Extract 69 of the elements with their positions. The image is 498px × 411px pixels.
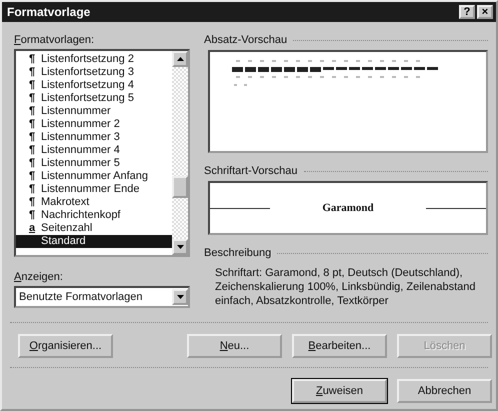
style-name: Listennummer 4 bbox=[41, 144, 120, 157]
style-type-icon: ¶ bbox=[26, 118, 38, 131]
scroll-down-icon[interactable] bbox=[176, 295, 184, 299]
style-type-icon: ¶ bbox=[26, 79, 38, 92]
scroll-up-button[interactable] bbox=[172, 51, 188, 67]
window-title: Formatvorlage bbox=[7, 5, 90, 19]
style-name: Makrotext bbox=[41, 196, 90, 209]
style-type-icon: ¶ bbox=[26, 183, 38, 196]
style-list-item[interactable]: ¶ Listennummer Anfang bbox=[16, 170, 172, 183]
style-list-item[interactable]: ¶ Listennummer 3 bbox=[16, 131, 172, 144]
style-list-item[interactable]: ¶ Listennummer 4 bbox=[16, 144, 172, 157]
style-type-icon: ¶ bbox=[26, 105, 38, 118]
styles-label: Formatvorlagen: bbox=[14, 34, 96, 46]
style-name: Listenfortsetzung 3 bbox=[41, 66, 134, 79]
section-heading: Beschreibung bbox=[204, 247, 272, 259]
close-button[interactable]: × bbox=[477, 5, 493, 19]
style-name: Listennummer bbox=[41, 105, 111, 118]
style-list-item[interactable]: ¶ Makrotext bbox=[16, 196, 172, 209]
style-type-icon: ¶ bbox=[26, 66, 38, 79]
style-list-item[interactable]: ¶ Listenfortsetzung 3 bbox=[16, 66, 172, 79]
style-list-item[interactable]: ¶ Listenfortsetzung 5 bbox=[16, 92, 172, 105]
style-name: Listennummer 3 bbox=[41, 131, 120, 144]
show-dropdown[interactable]: Benutzte Formatvorlagen bbox=[14, 286, 190, 308]
style-name: Listennummer Anfang bbox=[41, 170, 148, 183]
scroll-up-icon[interactable] bbox=[176, 57, 184, 61]
dialog-button[interactable]: Organisieren... bbox=[18, 334, 113, 358]
style-name: Seitenzahl bbox=[41, 222, 92, 235]
style-name: Listenfortsetzung 5 bbox=[41, 92, 134, 105]
dialog-button[interactable]: Neu... bbox=[187, 334, 282, 358]
style-name: Listennummer 2 bbox=[41, 118, 120, 131]
dialog-button[interactable]: Abbrechen bbox=[397, 379, 492, 403]
style-name: Listenfortsetzung 2 bbox=[41, 53, 134, 66]
help-button[interactable]: ? bbox=[459, 5, 475, 19]
scroll-thumb[interactable] bbox=[172, 176, 188, 198]
scroll-down-button[interactable] bbox=[172, 239, 188, 255]
style-list-item[interactable]: ¶ Listennummer 5 bbox=[16, 157, 172, 170]
section-heading: Absatz-Vorschau bbox=[204, 34, 288, 46]
font-sample: Garamond bbox=[322, 202, 374, 214]
style-list-item[interactable]: ¶ Nachrichtenkopf bbox=[16, 209, 172, 222]
style-name: Listennummer Ende bbox=[41, 183, 140, 196]
style-list-item[interactable]: ¶ Listennummer Ende bbox=[16, 183, 172, 196]
style-list-item[interactable]: ¶ Listennummer 2 bbox=[16, 118, 172, 131]
style-description: Schriftart: Garamond, 8 pt, Deutsch (Deutschland), Zeichenskalierung 100%, Linksbündig, Zeilenabstand einfach, Absatzkontrolle, Textkörper bbox=[215, 266, 477, 308]
style-name: Standard bbox=[41, 235, 86, 248]
style-list-item[interactable]: ¶ Listenfortsetzung 2 bbox=[16, 53, 172, 66]
style-type-icon: ¶ bbox=[26, 170, 38, 183]
dropdown-button[interactable] bbox=[172, 289, 188, 305]
style-name: Listennummer 5 bbox=[41, 157, 120, 170]
style-name: Nachrichtenkopf bbox=[41, 209, 120, 222]
dialog-button[interactable]: Bearbeiten... bbox=[292, 334, 387, 358]
scrollbar[interactable] bbox=[172, 51, 188, 255]
style-type-icon: ¶ bbox=[26, 196, 38, 209]
style-type-icon: ¶ bbox=[26, 53, 38, 66]
style-list-item[interactable]: Standard bbox=[16, 235, 172, 248]
style-type-icon: ¶ bbox=[26, 92, 38, 105]
style-type-icon: ¶ bbox=[26, 131, 38, 144]
styles-list[interactable] bbox=[14, 49, 190, 257]
style-name: Listenfortsetzung 4 bbox=[41, 79, 134, 92]
style-list-item[interactable]: ¶ Listennummer bbox=[16, 105, 172, 118]
style-list-item[interactable]: ¶ Listenfortsetzung 4 bbox=[16, 79, 172, 92]
style-type-icon: ¶ bbox=[26, 144, 38, 157]
scroll-down-icon[interactable] bbox=[176, 245, 184, 249]
style-list-item[interactable]: a Seitenzahl bbox=[16, 222, 172, 235]
section-heading: Schriftart-Vorschau bbox=[204, 165, 298, 177]
dialog-button[interactable]: Zuweisen bbox=[292, 379, 387, 403]
style-type-icon: a bbox=[26, 222, 38, 235]
show-label: Anzeigen: bbox=[14, 271, 64, 283]
style-type-icon: ¶ bbox=[26, 209, 38, 222]
style-type-icon: ¶ bbox=[26, 157, 38, 170]
